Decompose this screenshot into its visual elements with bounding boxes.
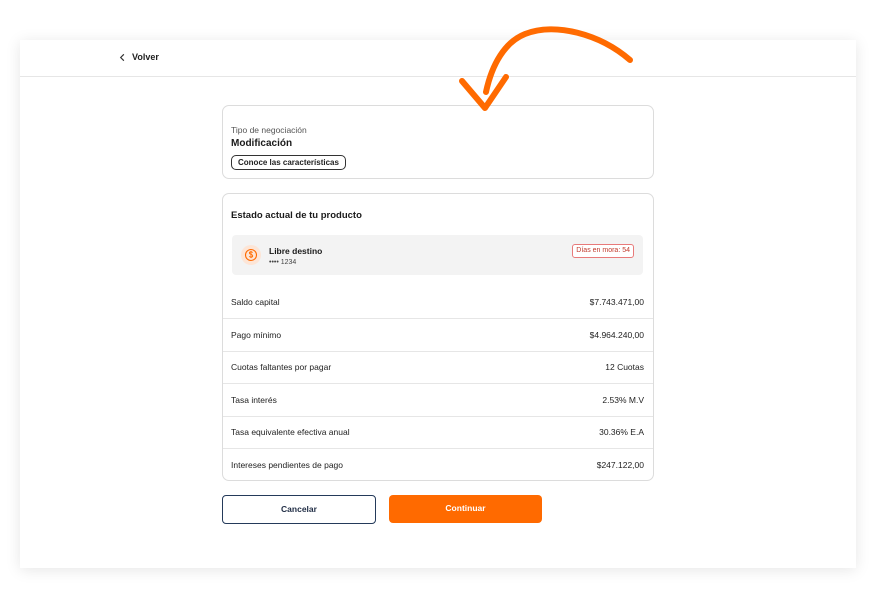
detail-row: Tasa equivalente efectiva anual 30.36% E… <box>223 416 653 448</box>
dollar-coin-icon <box>241 245 261 265</box>
detail-label: Pago mínimo <box>231 330 282 340</box>
detail-row: Cuotas faltantes por pagar 12 Cuotas <box>223 351 653 383</box>
detail-row: Saldo capital $7.743.471,00 <box>223 286 653 318</box>
detail-row: Intereses pendientes de pago $247.122,00 <box>223 449 653 481</box>
top-bar: Volver <box>20 40 856 77</box>
detail-label: Cuotas faltantes por pagar <box>231 362 332 372</box>
detail-value: 12 Cuotas <box>605 362 644 372</box>
product-status-heading: Estado actual de tu producto <box>231 210 362 221</box>
annotation-arrow-icon <box>459 26 633 111</box>
detail-label: Tasa equivalente efectiva anual <box>231 427 350 437</box>
detail-value: $247.122,00 <box>596 460 644 470</box>
detail-row: Pago mínimo $4.964.240,00 <box>223 319 653 351</box>
product-number: •••• 1234 <box>269 259 297 266</box>
product-summary: Libre destino •••• 1234 Días en mora: 54 <box>232 235 643 275</box>
days-overdue-badge: Días en mora: 54 <box>572 244 634 258</box>
back-label: Volver <box>132 52 159 62</box>
product-status-card: Estado actual de tu producto Libre desti… <box>222 193 654 481</box>
detail-value: 2.53% M.V <box>602 395 644 405</box>
continue-button[interactable]: Continuar <box>389 495 542 523</box>
detail-value: 30.36% E.A <box>599 427 644 437</box>
negotiation-type-value: Modificación <box>231 138 293 149</box>
detail-label: Tasa interés <box>231 395 277 405</box>
negotiation-type-label: Tipo de negociación <box>231 125 307 135</box>
detail-row: Tasa interés 2.53% M.V <box>223 384 653 416</box>
detail-value: $4.964.240,00 <box>589 330 644 340</box>
detail-value: $7.743.471,00 <box>589 297 644 307</box>
detail-label: Intereses pendientes de pago <box>231 460 344 470</box>
back-button[interactable]: Volver <box>118 52 159 62</box>
app-frame: Volver Tipo de negociación Modificación … <box>20 40 856 568</box>
detail-label: Saldo capital <box>231 297 280 307</box>
cancel-button[interactable]: Cancelar <box>222 495 376 524</box>
chevron-left-icon <box>119 53 125 61</box>
features-button[interactable]: Conoce las características <box>231 155 346 170</box>
product-name: Libre destino <box>269 246 323 256</box>
